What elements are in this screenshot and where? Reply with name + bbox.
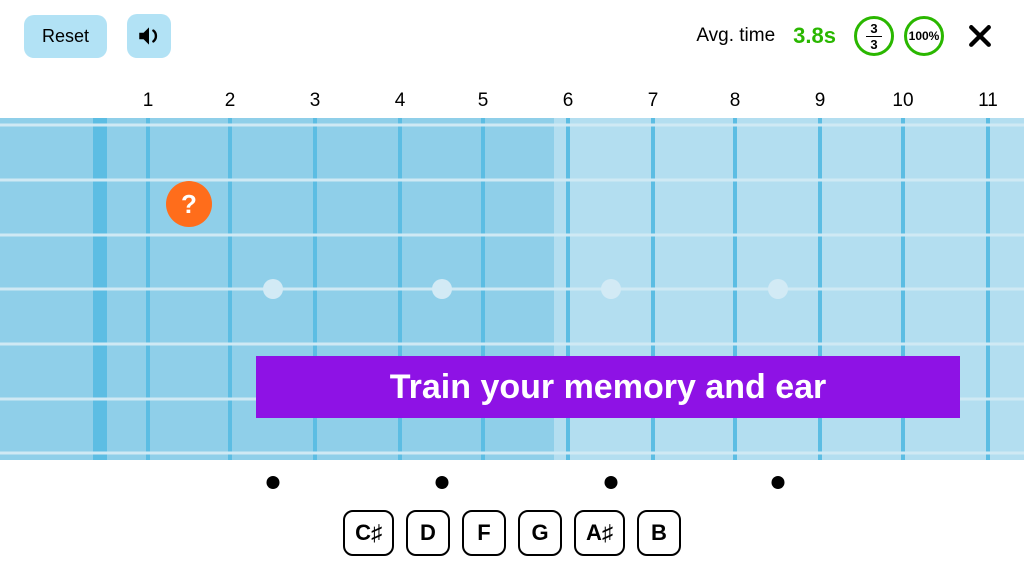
answer-button[interactable]: B	[637, 510, 681, 556]
score-numerator: 3	[866, 22, 881, 37]
string-line	[0, 234, 1024, 237]
fret-number: 8	[730, 90, 741, 112]
fret-number: 5	[478, 90, 489, 112]
answer-button[interactable]: G	[518, 510, 562, 556]
close-button[interactable]	[960, 16, 1000, 56]
fret-number: 1	[143, 90, 154, 112]
fret-number: 2	[225, 90, 236, 112]
string-line	[0, 343, 1024, 346]
fretboard-inlay	[601, 279, 621, 299]
fret-dot-indicator	[435, 476, 448, 489]
percent-badge: 100%	[904, 16, 944, 56]
fret-number: 6	[563, 90, 574, 112]
score-badge: 3 3	[854, 16, 894, 56]
string-line	[0, 288, 1024, 291]
score-denominator: 3	[870, 37, 877, 51]
fret-dot-indicator	[266, 476, 279, 489]
fret-marker-dots	[0, 476, 1024, 492]
answer-button[interactable]: F	[462, 510, 506, 556]
question-marker: ?	[166, 181, 212, 227]
reset-button[interactable]: Reset	[24, 15, 107, 58]
fret-number: 4	[395, 90, 406, 112]
fret-dot-indicator	[771, 476, 784, 489]
string-line	[0, 452, 1024, 455]
close-icon	[965, 21, 995, 51]
avg-time-value: 3.8s	[793, 23, 836, 49]
fretboard-inlay	[768, 279, 788, 299]
answer-button[interactable]: D	[406, 510, 450, 556]
fret-number-row: 1 2 3 4 5 6 7 8 9 10 11	[0, 90, 1024, 114]
answer-button[interactable]: A♯	[574, 510, 625, 556]
fret-number: 11	[978, 90, 998, 112]
answer-button-row: C♯ DFG A♯ B	[0, 510, 1024, 556]
fret-number: 3	[310, 90, 321, 112]
answer-button[interactable]: C♯	[343, 510, 394, 556]
fret-dot-indicator	[604, 476, 617, 489]
sound-button[interactable]	[127, 14, 171, 58]
fret-number: 10	[892, 90, 913, 112]
top-bar: Reset Avg. time 3.8s 3 3 100%	[0, 0, 1024, 72]
promo-banner: Train your memory and ear	[256, 356, 960, 418]
fretboard-inlay	[263, 279, 283, 299]
fret-number: 7	[648, 90, 659, 112]
sound-icon	[136, 23, 162, 49]
string-line	[0, 124, 1024, 127]
fret-number: 9	[815, 90, 826, 112]
string-line	[0, 179, 1024, 182]
avg-time-label: Avg. time	[696, 25, 775, 47]
fretboard-inlay	[432, 279, 452, 299]
